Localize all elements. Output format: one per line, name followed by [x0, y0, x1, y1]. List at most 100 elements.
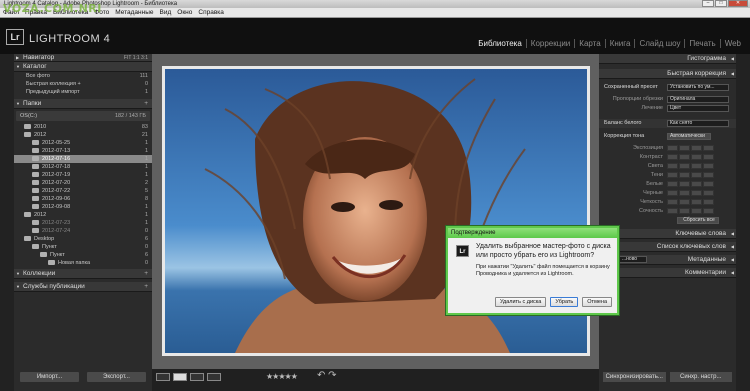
adjust-step-button[interactable]: [691, 181, 702, 187]
adjust-step-button[interactable]: [667, 172, 678, 178]
right-panel-edge[interactable]: [736, 54, 750, 391]
adjust-step-button[interactable]: [703, 190, 714, 196]
adjust-step-button[interactable]: [679, 208, 690, 214]
collections-header[interactable]: Коллекции +: [14, 269, 152, 279]
adjust-step-button[interactable]: [667, 190, 678, 196]
folder-item[interactable]: 2012-07-18 1: [14, 163, 152, 171]
white-balance-select[interactable]: Как снято: [667, 120, 729, 127]
catalog-item[interactable]: Предыдущий импорт 1: [14, 88, 152, 96]
minimize-button[interactable]: –: [702, 0, 714, 7]
comments-header[interactable]: Комментарии: [599, 268, 736, 278]
menu-metadata[interactable]: Метаданные: [115, 8, 153, 17]
adjust-step-button[interactable]: [691, 208, 702, 214]
adjust-step-button[interactable]: [703, 154, 714, 160]
adjust-step-button[interactable]: [679, 190, 690, 196]
volume-row[interactable]: OS(C:) 182 / 143 ГБ: [16, 111, 150, 121]
keyword-list-header[interactable]: Список ключевых слов: [599, 242, 736, 252]
folder-item[interactable]: 2012-07-24 0: [14, 227, 152, 235]
adjust-step-button[interactable]: [679, 199, 690, 205]
adjust-step-button[interactable]: [667, 154, 678, 160]
import-button[interactable]: Импорт...: [20, 372, 79, 382]
adjust-step-button[interactable]: [703, 199, 714, 205]
tone-adjust-buttons[interactable]: [667, 154, 714, 160]
folder-item[interactable]: 2012-09-06 8: [14, 195, 152, 203]
survey-view-icon[interactable]: [207, 373, 221, 381]
module-map[interactable]: Карта: [574, 39, 604, 48]
sync-settings-button[interactable]: Синхр. настр...: [669, 372, 732, 382]
folder-item[interactable]: Новая папка 0: [14, 259, 152, 267]
module-web[interactable]: Web: [719, 39, 745, 48]
folder-item[interactable]: Desktop 6: [14, 235, 152, 243]
maximize-button[interactable]: □: [715, 0, 727, 7]
menu-window[interactable]: Окно: [177, 8, 192, 17]
adjust-step-button[interactable]: [667, 163, 678, 169]
folder-item[interactable]: 2012-07-23 1: [14, 219, 152, 227]
folder-item[interactable]: 2012-07-22 5: [14, 187, 152, 195]
catalog-header[interactable]: Каталог: [14, 62, 152, 72]
tone-adjust-buttons[interactable]: [667, 163, 714, 169]
close-button[interactable]: ✕: [728, 0, 748, 7]
add-folder-icon[interactable]: +: [144, 99, 148, 109]
adjust-step-button[interactable]: [667, 208, 678, 214]
loupe-view-icon[interactable]: [173, 373, 187, 381]
cancel-button[interactable]: Отмена: [582, 297, 612, 307]
sync-button[interactable]: Синхронизировать...: [603, 372, 666, 382]
grid-view-icon[interactable]: [156, 373, 170, 381]
tone-adjust-buttons[interactable]: [667, 181, 714, 187]
module-develop[interactable]: Коррекции: [525, 39, 574, 48]
catalog-item[interactable]: Все фото 111: [14, 72, 152, 80]
rotate-icons[interactable]: ↶ ↷: [317, 370, 337, 381]
histogram-header[interactable]: Гистограмма: [599, 54, 736, 64]
tone-adjust-buttons[interactable]: [667, 190, 714, 196]
reset-all-button[interactable]: Сбросить все: [677, 217, 719, 224]
adjust-step-button[interactable]: [679, 154, 690, 160]
navigator-zoom[interactable]: FIT 1:1 3:1: [124, 54, 148, 62]
metadata-preset-select[interactable]: ...ново: [619, 256, 647, 263]
module-slideshow[interactable]: Слайд шоу: [634, 39, 684, 48]
adjust-step-button[interactable]: [679, 172, 690, 178]
adjust-step-button[interactable]: [691, 154, 702, 160]
adjust-step-button[interactable]: [703, 181, 714, 187]
quick-develop-header[interactable]: Быстрая коррекция: [599, 69, 736, 79]
folder-item[interactable]: 2010 83: [14, 123, 152, 131]
adjust-step-button[interactable]: [703, 208, 714, 214]
crop-ratio-select[interactable]: Оригинала: [667, 96, 729, 103]
folder-item[interactable]: Пункт 6: [14, 251, 152, 259]
adjust-step-button[interactable]: [667, 199, 678, 205]
folder-item[interactable]: 2012-07-19 1: [14, 171, 152, 179]
keywording-header[interactable]: Ключевые слова: [599, 229, 736, 239]
adjust-step-button[interactable]: [703, 172, 714, 178]
tone-adjust-buttons[interactable]: [667, 199, 714, 205]
folder-item[interactable]: 2012 21: [14, 131, 152, 139]
module-print[interactable]: Печать: [684, 39, 719, 48]
add-service-icon[interactable]: +: [144, 282, 148, 292]
catalog-item[interactable]: Быстрая коллекция + 0: [14, 80, 152, 88]
left-panel-edge[interactable]: [0, 54, 14, 391]
adjust-step-button[interactable]: [691, 145, 702, 151]
tone-adjust-buttons[interactable]: [667, 172, 714, 178]
adjust-step-button[interactable]: [679, 181, 690, 187]
adjust-step-button[interactable]: [679, 145, 690, 151]
delete-from-disk-button[interactable]: Удалить с диска: [494, 297, 547, 307]
adjust-step-button[interactable]: [667, 181, 678, 187]
folder-item[interactable]: 2012-09-08 1: [14, 203, 152, 211]
module-library[interactable]: Библиотека: [474, 39, 526, 48]
folder-item[interactable]: 2012-07-16 1: [14, 155, 152, 163]
module-book[interactable]: Книга: [604, 39, 635, 48]
folder-item[interactable]: 2012 1: [14, 211, 152, 219]
adjust-step-button[interactable]: [691, 199, 702, 205]
folder-item[interactable]: 2012-07-20 2: [14, 179, 152, 187]
tone-adjust-buttons[interactable]: [667, 208, 714, 214]
export-button[interactable]: Экспорт...: [87, 372, 146, 382]
adjust-step-button[interactable]: [703, 145, 714, 151]
folder-item[interactable]: 2012-05-25 1: [14, 139, 152, 147]
saved-preset-select[interactable]: Установить по ум...: [667, 84, 729, 91]
adjust-step-button[interactable]: [691, 172, 702, 178]
adjust-step-button[interactable]: [691, 190, 702, 196]
metadata-header[interactable]: ...ново Метаданные: [599, 255, 736, 265]
compare-view-icon[interactable]: [190, 373, 204, 381]
adjust-step-button[interactable]: [679, 163, 690, 169]
folders-header[interactable]: Папки +: [14, 99, 152, 109]
star-rating[interactable]: ★★★★★: [266, 372, 298, 381]
adjust-step-button[interactable]: [691, 163, 702, 169]
